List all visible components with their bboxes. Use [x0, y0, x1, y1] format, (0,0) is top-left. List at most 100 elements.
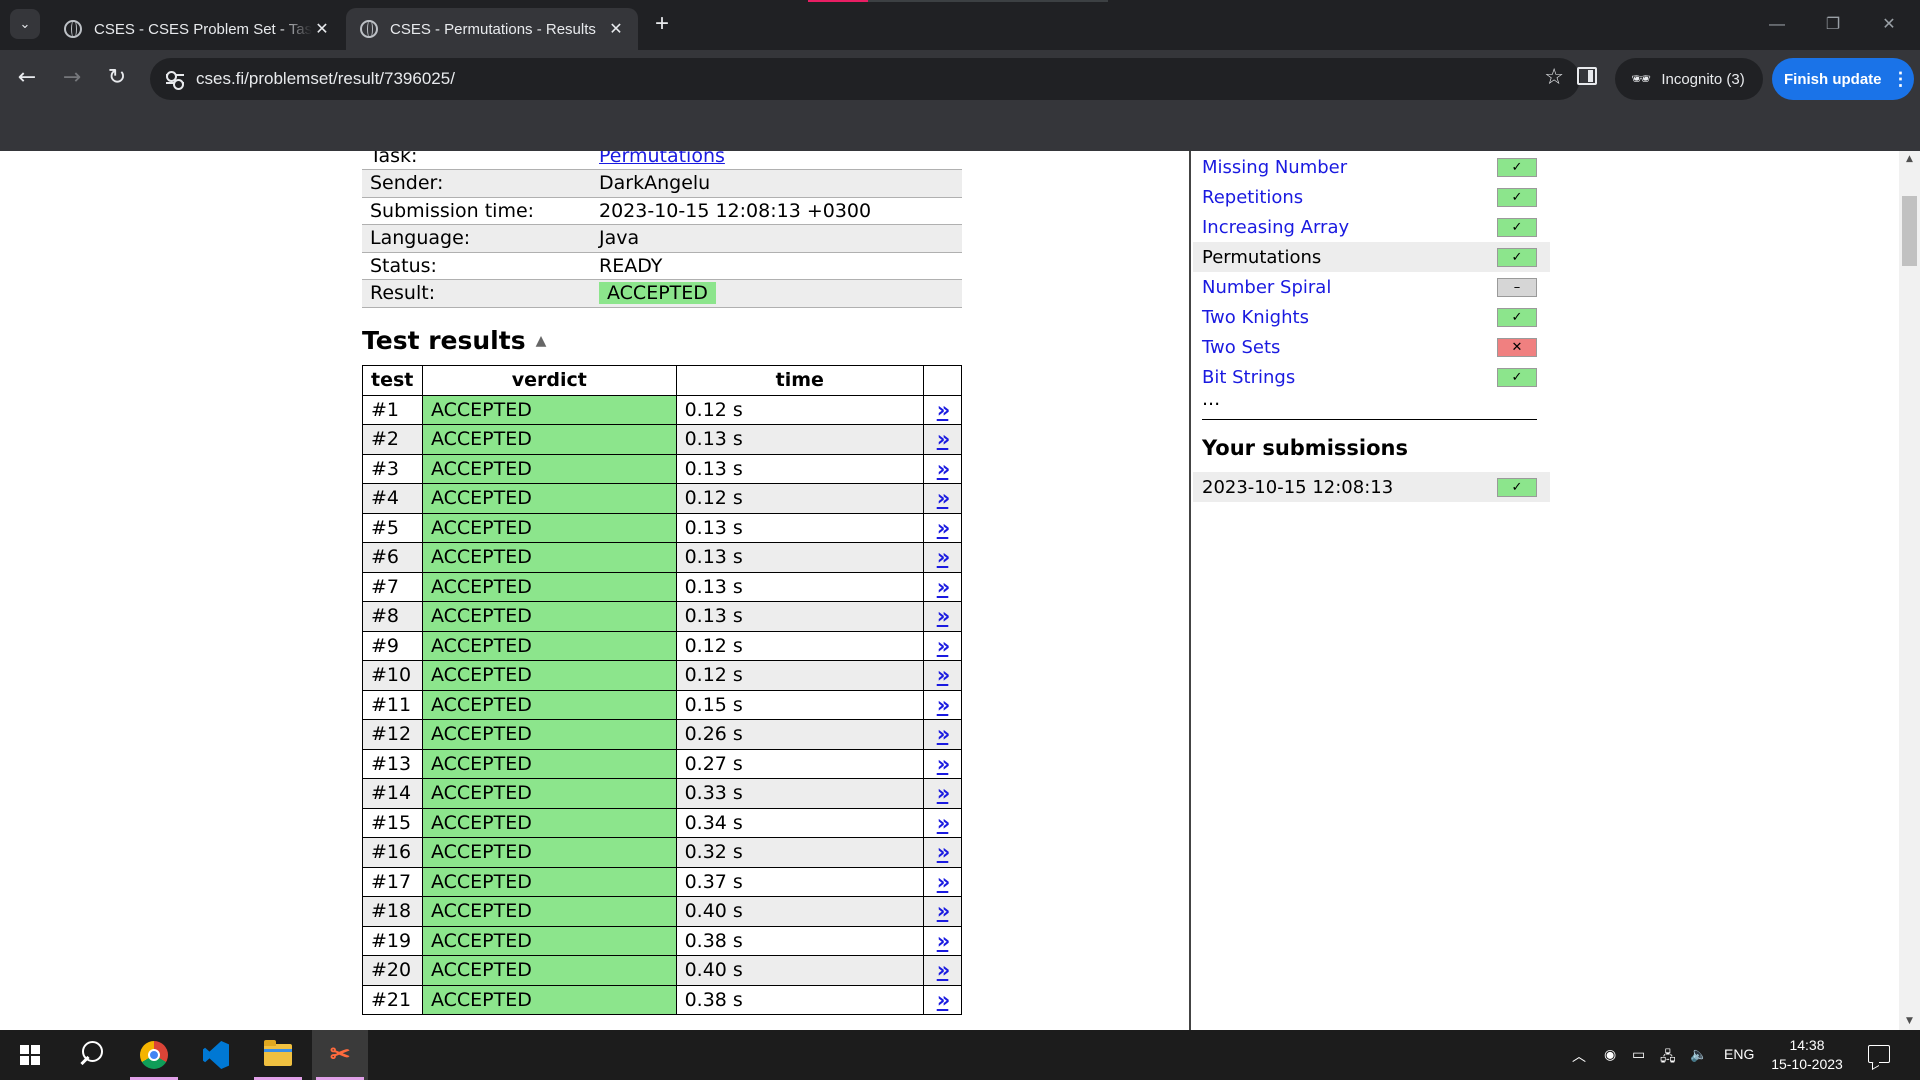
sidebar-task-item[interactable]: Number Spiral –	[1193, 272, 1550, 302]
info-value: Java	[591, 224, 962, 253]
view-test-link[interactable]: »	[937, 663, 951, 687]
back-button[interactable]: ←	[12, 63, 42, 93]
cell-test: #9	[362, 630, 423, 661]
sidebar-task-item[interactable]: Permutations ✓	[1193, 242, 1550, 272]
forward-button[interactable]: →	[57, 63, 87, 93]
cell-test: #3	[362, 453, 423, 484]
view-test-link[interactable]: »	[937, 929, 951, 953]
cell-time: 0.15 s	[675, 689, 925, 720]
volume-icon[interactable]: 🔈	[1690, 1046, 1707, 1063]
cell-verdict: ACCEPTED	[421, 925, 677, 956]
sidebar-task-item[interactable]: Two Sets ✕	[1193, 332, 1550, 362]
window-close-button[interactable]: ✕	[1866, 10, 1912, 40]
view-test-link[interactable]: »	[937, 604, 951, 628]
cell-time: 0.34 s	[675, 807, 925, 838]
chevron-up-icon[interactable]: ︿	[1572, 1046, 1586, 1066]
table-row: #11 ACCEPTED 0.15 s »	[362, 689, 962, 720]
column-header-time: time	[675, 365, 925, 396]
view-test-link[interactable]: »	[937, 486, 951, 510]
taskbar-snipping-tool[interactable]: ✂	[312, 1030, 368, 1080]
scroll-thumb[interactable]	[1902, 196, 1917, 266]
taskbar-file-explorer[interactable]	[250, 1030, 306, 1080]
search-icon[interactable]	[78, 1041, 106, 1069]
view-test-link[interactable]: »	[937, 634, 951, 658]
tab-permutations-results[interactable]: CSES - Permutations - Results ✕	[346, 8, 638, 50]
taskbar-chrome[interactable]	[126, 1030, 182, 1080]
sidebar-task-item[interactable]: Missing Number ✓	[1193, 152, 1550, 182]
submission-item[interactable]: 2023-10-15 12:08:13 ✓	[1193, 472, 1550, 502]
task-link[interactable]: Increasing Array	[1202, 217, 1349, 238]
scroll-up-icon[interactable]: ▲	[1899, 151, 1920, 168]
task-link[interactable]: Repetitions	[1202, 187, 1303, 208]
address-bar[interactable]: cses.fi/problemset/result/7396025/ ☆	[150, 58, 1580, 100]
task-link[interactable]: Permutations	[599, 151, 725, 167]
view-test-link[interactable]: »	[937, 899, 951, 923]
view-test-link[interactable]: »	[937, 575, 951, 599]
cell-test: #20	[362, 955, 423, 986]
tab-search-button[interactable]: ⌄	[10, 9, 40, 39]
page-scrollbar[interactable]: ▲ ▼	[1899, 151, 1920, 1030]
tune-icon[interactable]	[164, 68, 186, 90]
minimize-button[interactable]: —	[1754, 10, 1800, 40]
info-row-status: Status: READY	[362, 252, 962, 280]
info-label: Result:	[362, 279, 591, 308]
cell-link: »	[923, 896, 962, 927]
test-results-heading[interactable]: Test results ▲	[362, 326, 546, 355]
notification-icon[interactable]	[1868, 1045, 1890, 1063]
info-label: Task:	[362, 151, 591, 170]
view-test-link[interactable]: »	[937, 457, 951, 481]
view-test-link[interactable]: »	[937, 781, 951, 805]
info-label: Status:	[362, 252, 591, 280]
battery-icon[interactable]: ▭	[1632, 1046, 1645, 1063]
task-link[interactable]: Two Knights	[1202, 307, 1309, 328]
task-link[interactable]: Missing Number	[1202, 157, 1347, 178]
view-test-link[interactable]: »	[937, 427, 951, 451]
cell-link: »	[923, 778, 962, 809]
cell-verdict: ACCEPTED	[421, 394, 677, 425]
reload-button[interactable]: ↻	[102, 63, 132, 93]
sidebar-task-item[interactable]: Repetitions ✓	[1193, 182, 1550, 212]
input-language[interactable]: ENG	[1724, 1046, 1754, 1062]
task-link[interactable]: Bit Strings	[1202, 367, 1295, 388]
view-test-link[interactable]: »	[937, 840, 951, 864]
view-test-link[interactable]: »	[937, 811, 951, 835]
network-icon[interactable]: 🖧	[1660, 1046, 1676, 1070]
view-test-link[interactable]: »	[937, 958, 951, 982]
tab-problem-set[interactable]: CSES - CSES Problem Set - Tasks ✕	[50, 8, 344, 50]
collapse-triangle-icon[interactable]: ▲	[536, 333, 547, 349]
close-icon[interactable]: ✕	[312, 19, 332, 39]
sidebar-task-item[interactable]: Bit Strings ✓	[1193, 362, 1550, 392]
taskbar-vscode[interactable]	[188, 1030, 244, 1080]
cell-link: »	[923, 542, 962, 573]
scroll-down-icon[interactable]: ▼	[1899, 1013, 1920, 1030]
view-test-link[interactable]: »	[937, 722, 951, 746]
cell-test: #1	[362, 394, 423, 425]
view-test-link[interactable]: »	[937, 752, 951, 776]
cell-verdict: ACCEPTED	[421, 748, 677, 779]
view-test-link[interactable]: »	[937, 693, 951, 717]
task-link[interactable]: Number Spiral	[1202, 277, 1331, 298]
view-test-link[interactable]: »	[937, 870, 951, 894]
view-test-link[interactable]: »	[937, 516, 951, 540]
view-test-link[interactable]: »	[937, 398, 951, 422]
star-icon[interactable]: ☆	[1544, 65, 1564, 90]
new-tab-button[interactable]: +	[648, 11, 676, 39]
sidebar-task-item[interactable]: Two Knights ✓	[1193, 302, 1550, 332]
cell-link: »	[923, 571, 962, 602]
task-link[interactable]: Two Sets	[1202, 337, 1280, 358]
incognito-button[interactable]: 🕶 Incognito (3)	[1615, 58, 1763, 100]
restore-button[interactable]: ❐	[1810, 10, 1856, 40]
close-icon[interactable]: ✕	[606, 19, 626, 39]
webcam-icon[interactable]: ◉	[1604, 1046, 1616, 1063]
finish-update-button[interactable]: Finish update ⋮	[1772, 58, 1914, 100]
cell-test: #2	[362, 424, 423, 455]
view-test-link[interactable]: »	[937, 545, 951, 569]
sidebar-task-item[interactable]: Increasing Array ✓	[1193, 212, 1550, 242]
url-text[interactable]: cses.fi/problemset/result/7396025/	[196, 69, 455, 89]
side-panel-icon[interactable]	[1577, 67, 1597, 85]
view-test-link[interactable]: »	[937, 988, 951, 1012]
windows-start-icon[interactable]	[20, 1045, 40, 1065]
system-clock[interactable]: 14:38 15-10-2023	[1770, 1036, 1844, 1074]
table-row: #16 ACCEPTED 0.32 s »	[362, 837, 962, 868]
cell-test: #11	[362, 689, 423, 720]
